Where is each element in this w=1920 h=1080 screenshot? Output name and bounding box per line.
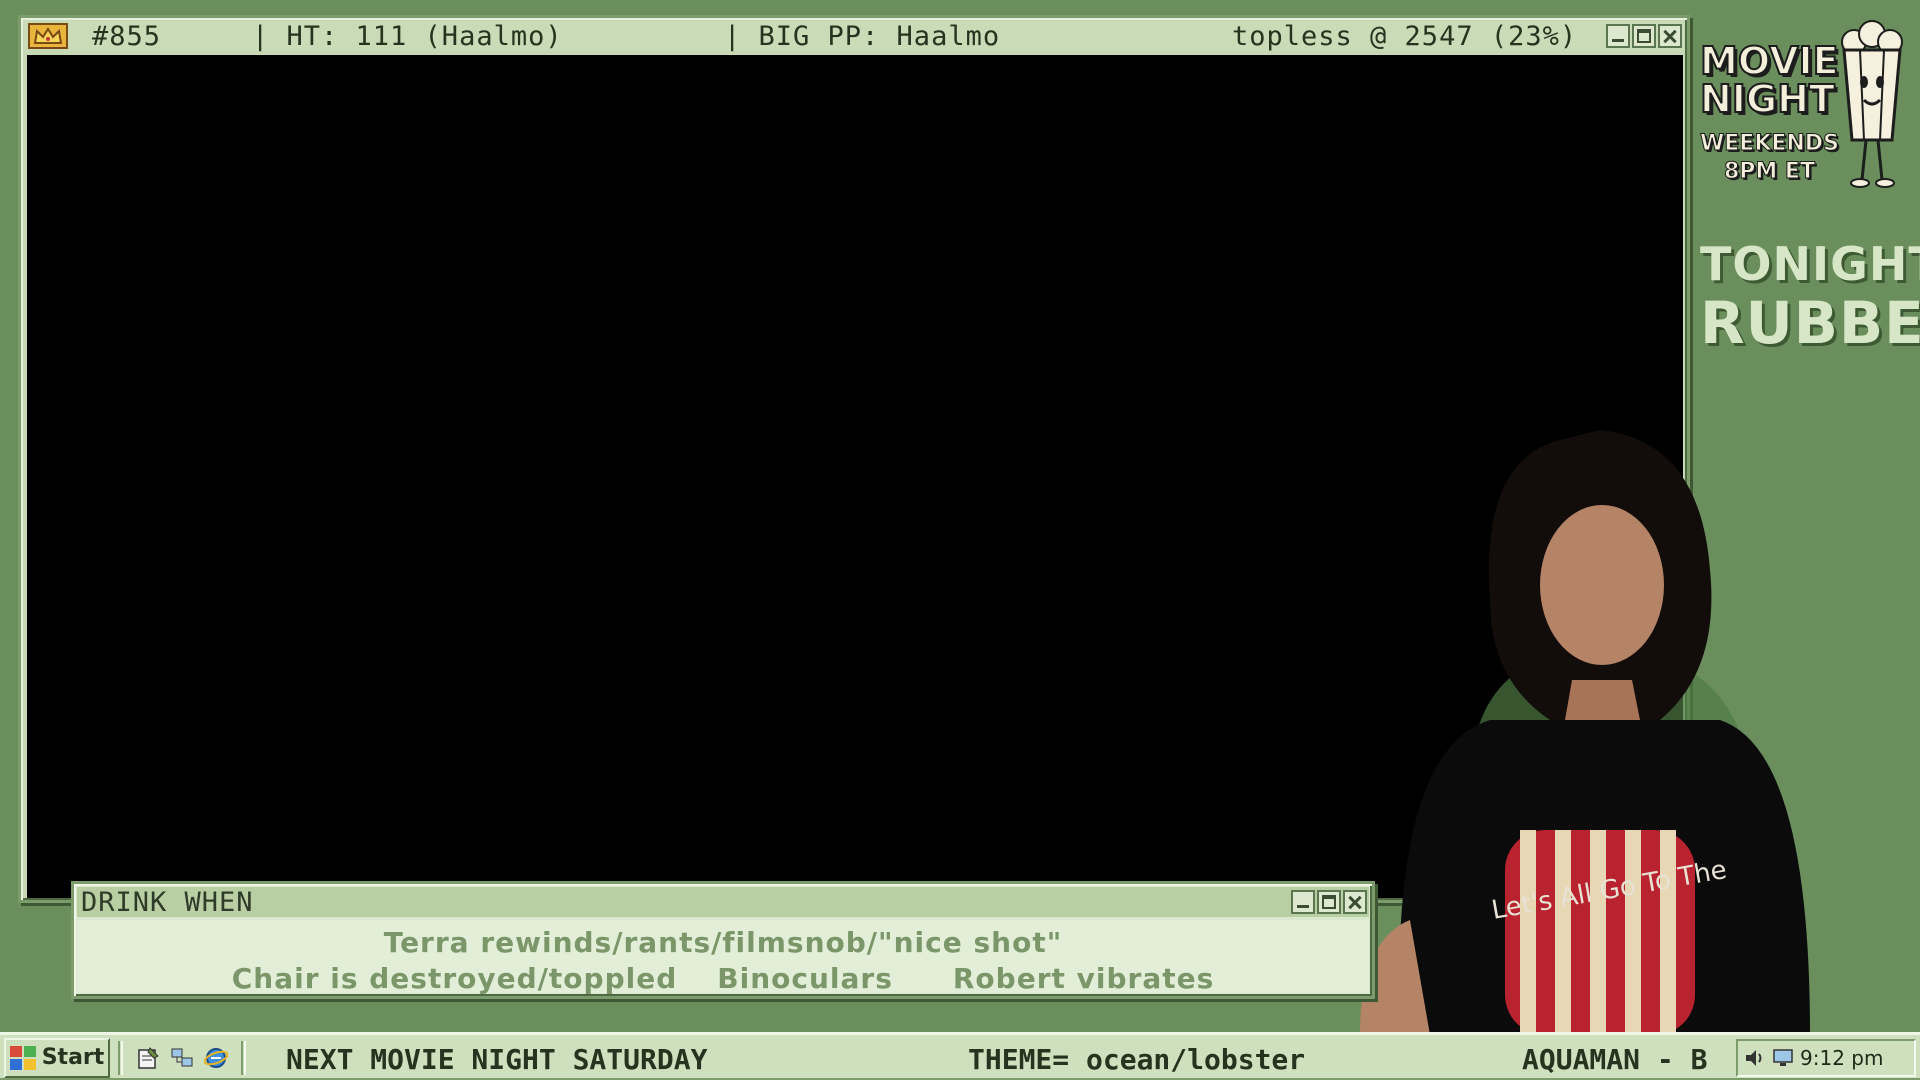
- ticker-upcoming: AQUAMAN - B: [1522, 1043, 1708, 1076]
- tonight-feature: TONIGHT: RUBBER: [1700, 236, 1920, 357]
- window-controls: [1606, 24, 1682, 48]
- taskbar: Start NEXT MOVIE NIGHT SATURDAY THEME= o…: [0, 1032, 1920, 1080]
- movie-night-promo: MOVIE NIGHT WEEKENDS 8PM ET: [1699, 20, 1912, 200]
- ticker-theme: THEME= ocean/lobster: [968, 1043, 1306, 1076]
- webcam-feed: Let's All Go To The: [1360, 430, 1810, 1035]
- windows-logo-icon: [9, 1045, 36, 1070]
- maximize-icon[interactable]: [1317, 890, 1341, 914]
- network-icon[interactable]: [168, 1044, 196, 1072]
- tonight-label: TONIGHT:: [1700, 237, 1920, 291]
- close-icon[interactable]: [1343, 890, 1367, 914]
- internet-explorer-icon[interactable]: [202, 1044, 230, 1072]
- drink-rule-chair: Chair is destroyed/toppled: [231, 962, 678, 995]
- drink-when-window: DRINK WHEN Terra rewinds/rants/filmsnob/…: [71, 881, 1375, 999]
- promo-schedule: WEEKENDS 8PM ET: [1700, 130, 1840, 186]
- title-stat: topless @ 2547 (23%): [1232, 20, 1578, 52]
- taskbar-separator: [241, 1040, 246, 1075]
- drink-rule-terra: Terra rewinds/rants/filmsnob/"nice shot": [383, 926, 1063, 959]
- clock: 9:12 pm: [1800, 1046, 1884, 1070]
- promo-time: 8PM ET: [1723, 159, 1815, 185]
- drink-window-controls: [1291, 890, 1367, 914]
- notepad-icon[interactable]: [134, 1044, 162, 1072]
- ticker-next-movie: NEXT MOVIE NIGHT SATURDAY: [286, 1043, 708, 1076]
- title-big-pp: | BIG PP: Haalmo: [724, 20, 1001, 52]
- start-label: Start: [41, 1045, 105, 1070]
- promo-title: MOVIE NIGHT: [1699, 39, 1840, 121]
- title-episode-number: #855: [92, 20, 162, 52]
- drink-rules-row: Chair is destroyed/toppled Binoculars Ro…: [77, 962, 1369, 995]
- speaker-icon[interactable]: [1744, 1047, 1766, 1069]
- title-high-total: | HT: 111 (Haalmo): [252, 20, 563, 52]
- monitor-icon[interactable]: [1772, 1047, 1794, 1069]
- main-window-titlebar[interactable]: #855 | HT: 111 (Haalmo) | BIG PP: Haalmo…: [24, 20, 1684, 52]
- promo-days: WEEKENDS: [1700, 131, 1840, 157]
- drink-window-titlebar[interactable]: DRINK WHEN: [77, 886, 1369, 918]
- drink-window-title: DRINK WHEN: [81, 886, 254, 918]
- tonight-movie-title: RUBBER: [1700, 289, 1920, 357]
- minimize-icon[interactable]: [1606, 24, 1630, 48]
- drink-rules: Terra rewinds/rants/filmsnob/"nice shot"…: [77, 920, 1369, 995]
- taskbar-separator: [118, 1040, 123, 1075]
- drink-rule-binoculars: Binoculars: [717, 962, 893, 995]
- popcorn-mascot-icon: [1841, 20, 1903, 188]
- crown-icon: [28, 23, 68, 49]
- start-button[interactable]: Start: [4, 1037, 110, 1078]
- system-tray: 9:12 pm: [1736, 1039, 1916, 1077]
- drink-rule-robert: Robert vibrates: [952, 962, 1215, 995]
- minimize-icon[interactable]: [1291, 890, 1315, 914]
- close-icon[interactable]: [1658, 24, 1682, 48]
- maximize-icon[interactable]: [1632, 24, 1656, 48]
